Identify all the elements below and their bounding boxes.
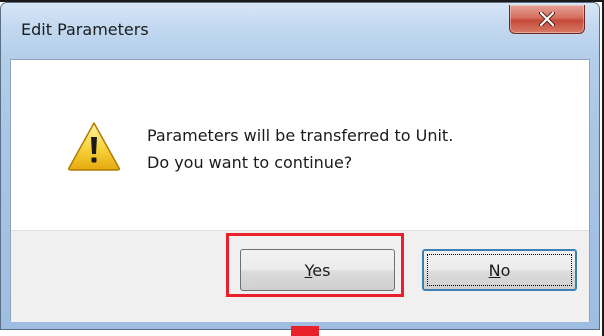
message-area: Parameters will be transferred to Unit. … <box>11 60 589 230</box>
message-line-2: Do you want to continue? <box>147 153 353 172</box>
warning-icon <box>68 122 120 171</box>
no-button[interactable]: No <box>422 249 577 291</box>
dialog-title: Edit Parameters <box>21 20 149 39</box>
close-button[interactable] <box>509 5 585 34</box>
close-icon <box>539 12 555 26</box>
screenshot: Edit Parameters Parameters will be trans… <box>0 0 604 336</box>
focus-rectangle <box>427 254 572 286</box>
yes-button-highlight <box>226 233 404 297</box>
message-line-1: Parameters will be transferred to Unit. <box>147 126 454 145</box>
dialog-message: Parameters will be transferred to Unit. … <box>147 122 453 176</box>
highlight-pointer <box>291 326 319 336</box>
title-bar[interactable]: Edit Parameters <box>1 3 599 59</box>
